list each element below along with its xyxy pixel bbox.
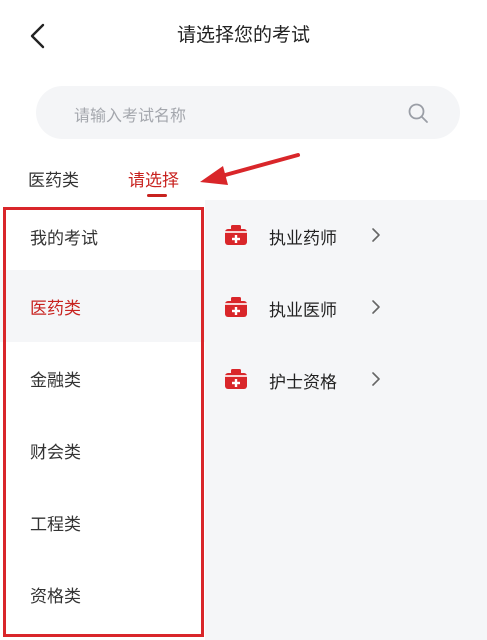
exam-item-nurse-qualification[interactable]: 护士资格: [205, 344, 487, 416]
tab-please-select[interactable]: 请选择: [128, 166, 179, 191]
sidebar-item-finance[interactable]: 金融类: [0, 342, 205, 414]
sidebar-item-qualification[interactable]: 资格类: [0, 558, 205, 630]
chevron-right-icon: [372, 228, 380, 242]
search-icon[interactable]: [406, 101, 430, 125]
chevron-right-icon: [372, 372, 380, 386]
sidebar-item-engineering[interactable]: 工程类: [0, 486, 205, 558]
sidebar-item-label: 资格类: [30, 587, 81, 607]
medical-kit-icon: [225, 369, 247, 389]
sidebar-item-label: 金融类: [30, 371, 81, 391]
exam-list: 执业药师 执业医师 护士资格: [205, 200, 487, 640]
annotation-arrow-icon: [200, 153, 300, 185]
page-title: 请选择您的考试: [176, 24, 310, 46]
medical-kit-icon: [225, 225, 247, 245]
tab-medical[interactable]: 医药类: [28, 166, 79, 191]
chevron-right-icon: [372, 300, 380, 314]
exam-item-licensed-physician[interactable]: 执业医师: [205, 272, 487, 344]
sidebar-item-label: 我的考试: [30, 229, 98, 249]
exam-item-label: 护士资格: [269, 373, 337, 393]
medical-kit-icon: [225, 297, 247, 317]
header: 请选择您的考试: [0, 0, 487, 72]
sidebar-item-label: 工程类: [30, 515, 81, 535]
sidebar-item-label: 财会类: [30, 443, 81, 463]
exam-item-licensed-pharmacist[interactable]: 执业药师: [205, 200, 487, 272]
sidebar-item-my-exams[interactable]: 我的考试: [0, 200, 205, 272]
exam-item-label: 执业医师: [269, 301, 337, 321]
active-tab-indicator: [147, 194, 167, 197]
category-sidebar: 我的考试 医药类 金融类 财会类 工程类 资格类: [0, 200, 205, 640]
search-input[interactable]: 请输入考试名称: [74, 102, 186, 126]
sidebar-item-medical[interactable]: 医药类: [0, 270, 205, 342]
sidebar-item-accounting[interactable]: 财会类: [0, 414, 205, 486]
search-bar[interactable]: 请输入考试名称: [36, 86, 460, 139]
exam-item-label: 执业药师: [269, 229, 337, 249]
sidebar-item-label: 医药类: [30, 299, 81, 319]
